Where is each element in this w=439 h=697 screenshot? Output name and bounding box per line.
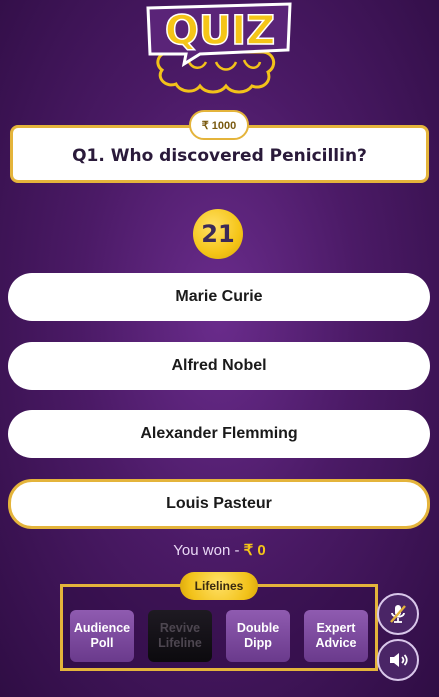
- lifeline-audience-poll-button[interactable]: Audience Poll: [70, 610, 134, 662]
- quiz-logo: QUIZ: [140, 0, 300, 96]
- winnings-label: You won -: [173, 542, 244, 559]
- countdown-timer: 21: [193, 209, 243, 259]
- sound-toggle-button[interactable]: [377, 639, 419, 681]
- lifeline-revive-label: Revive Lifeline: [158, 621, 202, 650]
- lifeline-expert-advice-label: Expert Advice: [315, 621, 357, 650]
- lifeline-double-dipp-label: Double Dipp: [236, 621, 280, 650]
- option-c-button[interactable]: Alexander Flemming: [8, 410, 430, 458]
- logo-text: QUIZ: [165, 8, 275, 54]
- winnings-text: You won - ₹ 0: [0, 541, 439, 559]
- quiz-logo-graphic: QUIZ: [146, 2, 292, 94]
- lifeline-expert-advice-button[interactable]: Expert Advice: [304, 610, 368, 662]
- question-text: Q1. Who discovered Penicillin?: [72, 146, 367, 166]
- mic-muted-icon: [390, 605, 406, 623]
- lifelines-title: Lifelines: [180, 572, 258, 600]
- lifeline-double-dipp-button[interactable]: Double Dipp: [226, 610, 290, 662]
- winnings-amount: ₹ 0: [243, 542, 266, 559]
- option-b-button[interactable]: Alfred Nobel: [8, 342, 430, 390]
- prize-badge: ₹ 1000: [189, 110, 249, 140]
- lifeline-audience-poll-label: Audience Poll: [73, 621, 131, 650]
- speaker-icon: [390, 653, 408, 667]
- option-a-button[interactable]: Marie Curie: [8, 273, 430, 321]
- option-d-button[interactable]: Louis Pasteur: [8, 479, 430, 529]
- mic-toggle-button[interactable]: [377, 593, 419, 635]
- lifeline-revive-button[interactable]: Revive Lifeline: [148, 610, 212, 662]
